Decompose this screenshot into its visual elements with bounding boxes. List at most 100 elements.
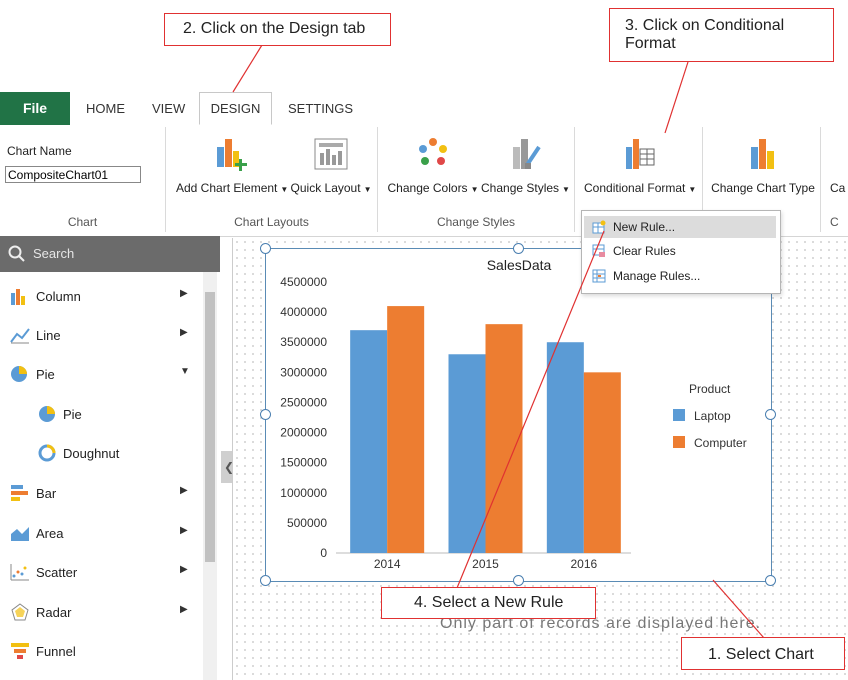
- y-tick-label: 4000000: [280, 305, 327, 319]
- scatter-chart-icon: [10, 564, 29, 581]
- bar-computer-2016: [583, 372, 621, 553]
- add-chart-element-icon: [217, 139, 247, 171]
- callout-step-4: 4. Select a New Rule: [381, 587, 596, 619]
- sidebar-item-pie[interactable]: Pie ▼: [0, 355, 200, 393]
- chevron-down-icon: ▼: [363, 185, 372, 194]
- chevron-down-icon: ▼: [280, 185, 289, 194]
- menu-item-new-rule[interactable]: New Rule...: [584, 216, 776, 238]
- y-tick-label: 1000000: [280, 486, 327, 500]
- cut-off-button[interactable]: Ca: [830, 133, 848, 195]
- sidebar-item-doughnut[interactable]: Doughnut: [0, 434, 200, 472]
- conditional-format-icon: [626, 139, 655, 169]
- y-tick-label: 2000000: [280, 426, 327, 440]
- conditional-format-label: Conditional Format: [584, 181, 686, 195]
- chart-container[interactable]: SalesData 0 500000 1000000 1500000 2000000 250…: [265, 248, 772, 582]
- sidebar-item-label: Scatter: [36, 565, 78, 580]
- search-box[interactable]: Search: [0, 236, 220, 272]
- sidebar-item-label: Line: [36, 328, 61, 343]
- bar-laptop-2016: [546, 342, 584, 553]
- sidebar-item-column[interactable]: Column ▶: [0, 277, 200, 315]
- resize-handle[interactable]: [513, 575, 524, 586]
- line-chart-icon: [10, 328, 30, 344]
- tab-design[interactable]: DESIGN: [199, 92, 272, 125]
- manage-rules-icon: [592, 269, 606, 283]
- quick-layout-icon: [314, 138, 348, 170]
- resize-handle[interactable]: [765, 409, 776, 420]
- chevron-right-icon: ▶: [180, 327, 188, 338]
- bar-computer-2015: [485, 324, 523, 553]
- menu-item-manage-rules[interactable]: Manage Rules...: [584, 265, 776, 287]
- x-tick-label: 2016: [570, 557, 597, 571]
- sidebar-item-label: Bar: [36, 486, 57, 501]
- y-tick-label: 4500000: [280, 275, 327, 289]
- bar-computer-2014: [387, 306, 425, 553]
- menu-item-clear-rules[interactable]: Clear Rules: [584, 240, 776, 262]
- chevron-right-icon: ▶: [180, 564, 188, 575]
- area-chart-icon: [11, 527, 29, 541]
- sidebar-item-label: Radar: [36, 605, 72, 620]
- menu-item-label: New Rule...: [613, 220, 676, 234]
- chevron-right-icon: ▶: [180, 288, 188, 299]
- callout-connector: [232, 44, 263, 93]
- sidebar-item-bar[interactable]: Bar ▶: [0, 474, 200, 512]
- cut-off-label: Ca: [830, 181, 846, 195]
- chevron-down-icon: ▼: [180, 366, 190, 377]
- resize-handle[interactable]: [260, 409, 271, 420]
- group-divider: [820, 127, 821, 232]
- sidebar-item-label: Pie: [36, 367, 55, 382]
- resize-handle[interactable]: [765, 575, 776, 586]
- brush-chart-icon: [513, 139, 541, 169]
- sidebar-item-label: Area: [36, 526, 64, 541]
- conditional-format-button[interactable]: Conditional Format ▼: [584, 133, 696, 195]
- y-tick-label: 3000000: [280, 365, 327, 379]
- sidebar-item-area[interactable]: Area ▶: [0, 514, 200, 552]
- resize-handle[interactable]: [260, 575, 271, 586]
- group-label-chart-layouts: Chart Layouts: [234, 215, 309, 229]
- sidebar-item-radar[interactable]: Radar ▶: [0, 593, 200, 631]
- callout-step-1: 1. Select Chart: [681, 637, 845, 670]
- bar-laptop-2014: [350, 330, 388, 553]
- change-styles-button[interactable]: Change Styles ▼: [481, 133, 570, 195]
- x-tick-label: 2015: [472, 557, 499, 571]
- search-icon: [8, 245, 25, 262]
- resize-handle[interactable]: [513, 243, 524, 254]
- add-chart-element-button[interactable]: Add Chart Element ▼: [176, 133, 289, 195]
- tab-settings[interactable]: SETTINGS: [288, 92, 353, 125]
- sidebar-item-line[interactable]: Line ▶: [0, 316, 200, 354]
- conditional-format-menu: New Rule... Clear Rules Manage Rules...: [581, 210, 781, 294]
- new-rule-icon: [592, 220, 606, 234]
- change-colors-button[interactable]: Change Colors ▼: [387, 133, 479, 195]
- sidebar-item-funnel[interactable]: Funnel: [0, 632, 200, 670]
- tab-view[interactable]: VIEW: [152, 92, 185, 125]
- pie-chart-icon: [11, 366, 27, 382]
- legend-label: Laptop: [694, 409, 731, 423]
- tab-home[interactable]: HOME: [86, 92, 125, 125]
- change-chart-type-button[interactable]: Change Chart Type: [710, 133, 816, 195]
- callout-step-2: 2. Click on the Design tab: [164, 13, 391, 46]
- tab-file[interactable]: File: [0, 92, 70, 125]
- resize-handle[interactable]: [260, 243, 271, 254]
- quick-layout-label: Quick Layout: [290, 181, 361, 195]
- group-label-change-styles: Change Styles: [436, 215, 516, 229]
- callout-step-3: 3. Click on Conditional Format: [609, 8, 834, 62]
- sidebar-item-label: Doughnut: [63, 446, 120, 461]
- sidebar-item-scatter[interactable]: Scatter ▶: [0, 553, 200, 591]
- ribbon-tab-bar: File HOME VIEW DESIGN SETTINGS: [0, 92, 848, 126]
- menu-item-label: Manage Rules...: [613, 269, 701, 283]
- chevron-right-icon: ▶: [180, 485, 188, 496]
- sidebar-item-label: Column: [36, 289, 81, 304]
- group-divider: [574, 127, 575, 232]
- bar-chart: SalesData 0 500000 1000000 1500000 2000000 250…: [280, 257, 746, 571]
- pie-chart-icon: [39, 406, 55, 422]
- chart-name-input[interactable]: [5, 166, 141, 183]
- sidebar-item-pie-sub[interactable]: Pie: [0, 395, 200, 433]
- change-styles-label: Change Styles: [481, 181, 560, 195]
- y-tick-label: 3500000: [280, 335, 327, 349]
- chevron-right-icon: ▶: [180, 604, 188, 615]
- x-tick-label: 2014: [374, 557, 401, 571]
- y-tick-label: 500000: [287, 516, 327, 530]
- legend-title: Product: [689, 382, 731, 396]
- chart-title: SalesData: [487, 257, 552, 273]
- sidebar-scrollbar-thumb[interactable]: [205, 292, 215, 562]
- quick-layout-button[interactable]: Quick Layout ▼: [290, 133, 372, 195]
